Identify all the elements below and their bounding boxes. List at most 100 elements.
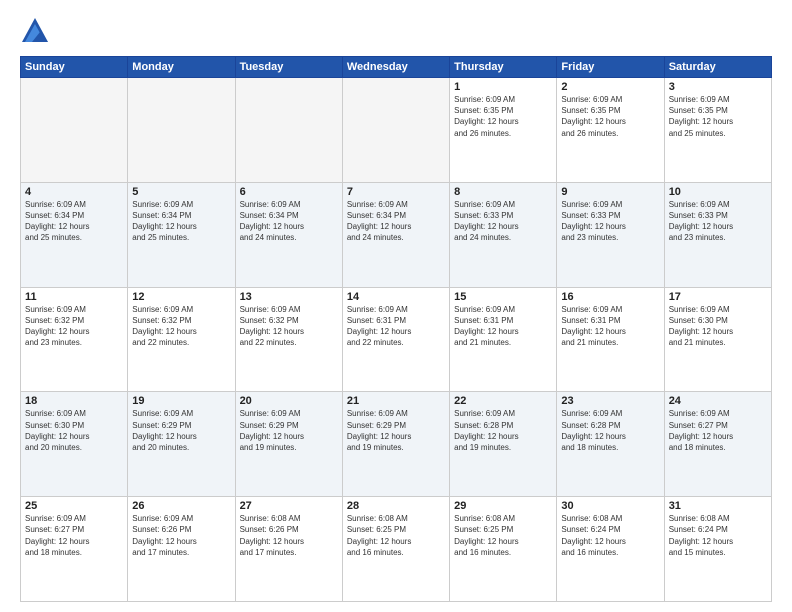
- day-cell: 3Sunrise: 6:09 AM Sunset: 6:35 PM Daylig…: [664, 78, 771, 183]
- week-row-4: 18Sunrise: 6:09 AM Sunset: 6:30 PM Dayli…: [21, 392, 772, 497]
- day-number: 31: [669, 500, 767, 512]
- day-cell: 7Sunrise: 6:09 AM Sunset: 6:34 PM Daylig…: [342, 182, 449, 287]
- day-cell: 15Sunrise: 6:09 AM Sunset: 6:31 PM Dayli…: [450, 287, 557, 392]
- header-cell-tuesday: Tuesday: [235, 57, 342, 78]
- day-number: 2: [561, 81, 659, 93]
- day-number: 6: [240, 186, 338, 198]
- day-info: Sunrise: 6:08 AM Sunset: 6:25 PM Dayligh…: [454, 513, 552, 558]
- day-number: 4: [25, 186, 123, 198]
- week-row-3: 11Sunrise: 6:09 AM Sunset: 6:32 PM Dayli…: [21, 287, 772, 392]
- day-info: Sunrise: 6:09 AM Sunset: 6:34 PM Dayligh…: [25, 199, 123, 244]
- day-info: Sunrise: 6:09 AM Sunset: 6:32 PM Dayligh…: [240, 304, 338, 349]
- day-number: 9: [561, 186, 659, 198]
- day-cell: 18Sunrise: 6:09 AM Sunset: 6:30 PM Dayli…: [21, 392, 128, 497]
- day-number: 21: [347, 395, 445, 407]
- day-number: 27: [240, 500, 338, 512]
- day-cell: 29Sunrise: 6:08 AM Sunset: 6:25 PM Dayli…: [450, 497, 557, 602]
- day-info: Sunrise: 6:09 AM Sunset: 6:31 PM Dayligh…: [561, 304, 659, 349]
- header-cell-friday: Friday: [557, 57, 664, 78]
- day-number: 26: [132, 500, 230, 512]
- day-info: Sunrise: 6:09 AM Sunset: 6:32 PM Dayligh…: [25, 304, 123, 349]
- day-cell: 13Sunrise: 6:09 AM Sunset: 6:32 PM Dayli…: [235, 287, 342, 392]
- header-cell-monday: Monday: [128, 57, 235, 78]
- day-cell: 31Sunrise: 6:08 AM Sunset: 6:24 PM Dayli…: [664, 497, 771, 602]
- day-cell: 23Sunrise: 6:09 AM Sunset: 6:28 PM Dayli…: [557, 392, 664, 497]
- week-row-2: 4Sunrise: 6:09 AM Sunset: 6:34 PM Daylig…: [21, 182, 772, 287]
- day-number: 13: [240, 291, 338, 303]
- day-info: Sunrise: 6:09 AM Sunset: 6:34 PM Dayligh…: [347, 199, 445, 244]
- day-info: Sunrise: 6:09 AM Sunset: 6:35 PM Dayligh…: [561, 94, 659, 139]
- day-cell: 6Sunrise: 6:09 AM Sunset: 6:34 PM Daylig…: [235, 182, 342, 287]
- day-number: 3: [669, 81, 767, 93]
- day-cell: 17Sunrise: 6:09 AM Sunset: 6:30 PM Dayli…: [664, 287, 771, 392]
- day-cell: 27Sunrise: 6:08 AM Sunset: 6:26 PM Dayli…: [235, 497, 342, 602]
- week-row-1: 1Sunrise: 6:09 AM Sunset: 6:35 PM Daylig…: [21, 78, 772, 183]
- day-cell: 11Sunrise: 6:09 AM Sunset: 6:32 PM Dayli…: [21, 287, 128, 392]
- day-cell: 12Sunrise: 6:09 AM Sunset: 6:32 PM Dayli…: [128, 287, 235, 392]
- week-row-5: 25Sunrise: 6:09 AM Sunset: 6:27 PM Dayli…: [21, 497, 772, 602]
- day-info: Sunrise: 6:09 AM Sunset: 6:27 PM Dayligh…: [25, 513, 123, 558]
- day-cell: [21, 78, 128, 183]
- day-info: Sunrise: 6:09 AM Sunset: 6:30 PM Dayligh…: [25, 408, 123, 453]
- day-info: Sunrise: 6:09 AM Sunset: 6:34 PM Dayligh…: [132, 199, 230, 244]
- day-cell: 30Sunrise: 6:08 AM Sunset: 6:24 PM Dayli…: [557, 497, 664, 602]
- day-info: Sunrise: 6:09 AM Sunset: 6:33 PM Dayligh…: [454, 199, 552, 244]
- day-cell: 16Sunrise: 6:09 AM Sunset: 6:31 PM Dayli…: [557, 287, 664, 392]
- day-number: 10: [669, 186, 767, 198]
- day-info: Sunrise: 6:09 AM Sunset: 6:32 PM Dayligh…: [132, 304, 230, 349]
- day-number: 5: [132, 186, 230, 198]
- day-number: 24: [669, 395, 767, 407]
- day-cell: 4Sunrise: 6:09 AM Sunset: 6:34 PM Daylig…: [21, 182, 128, 287]
- day-info: Sunrise: 6:09 AM Sunset: 6:31 PM Dayligh…: [347, 304, 445, 349]
- day-info: Sunrise: 6:09 AM Sunset: 6:33 PM Dayligh…: [561, 199, 659, 244]
- header-cell-sunday: Sunday: [21, 57, 128, 78]
- day-number: 25: [25, 500, 123, 512]
- day-info: Sunrise: 6:09 AM Sunset: 6:34 PM Dayligh…: [240, 199, 338, 244]
- day-cell: 20Sunrise: 6:09 AM Sunset: 6:29 PM Dayli…: [235, 392, 342, 497]
- day-cell: 8Sunrise: 6:09 AM Sunset: 6:33 PM Daylig…: [450, 182, 557, 287]
- day-number: 22: [454, 395, 552, 407]
- day-info: Sunrise: 6:09 AM Sunset: 6:35 PM Dayligh…: [669, 94, 767, 139]
- day-info: Sunrise: 6:09 AM Sunset: 6:28 PM Dayligh…: [561, 408, 659, 453]
- day-cell: [342, 78, 449, 183]
- day-info: Sunrise: 6:09 AM Sunset: 6:29 PM Dayligh…: [347, 408, 445, 453]
- day-number: 15: [454, 291, 552, 303]
- day-number: 20: [240, 395, 338, 407]
- day-cell: 26Sunrise: 6:09 AM Sunset: 6:26 PM Dayli…: [128, 497, 235, 602]
- day-cell: 14Sunrise: 6:09 AM Sunset: 6:31 PM Dayli…: [342, 287, 449, 392]
- day-number: 16: [561, 291, 659, 303]
- day-cell: 2Sunrise: 6:09 AM Sunset: 6:35 PM Daylig…: [557, 78, 664, 183]
- day-number: 7: [347, 186, 445, 198]
- day-number: 8: [454, 186, 552, 198]
- header-cell-wednesday: Wednesday: [342, 57, 449, 78]
- day-number: 23: [561, 395, 659, 407]
- day-info: Sunrise: 6:09 AM Sunset: 6:26 PM Dayligh…: [132, 513, 230, 558]
- day-cell: 10Sunrise: 6:09 AM Sunset: 6:33 PM Dayli…: [664, 182, 771, 287]
- page: SundayMondayTuesdayWednesdayThursdayFrid…: [0, 0, 792, 612]
- header: [20, 16, 772, 46]
- day-info: Sunrise: 6:09 AM Sunset: 6:28 PM Dayligh…: [454, 408, 552, 453]
- day-info: Sunrise: 6:09 AM Sunset: 6:29 PM Dayligh…: [132, 408, 230, 453]
- day-info: Sunrise: 6:08 AM Sunset: 6:24 PM Dayligh…: [669, 513, 767, 558]
- day-info: Sunrise: 6:08 AM Sunset: 6:24 PM Dayligh…: [561, 513, 659, 558]
- day-info: Sunrise: 6:08 AM Sunset: 6:26 PM Dayligh…: [240, 513, 338, 558]
- day-number: 28: [347, 500, 445, 512]
- header-cell-thursday: Thursday: [450, 57, 557, 78]
- day-cell: 25Sunrise: 6:09 AM Sunset: 6:27 PM Dayli…: [21, 497, 128, 602]
- header-cell-saturday: Saturday: [664, 57, 771, 78]
- day-cell: 5Sunrise: 6:09 AM Sunset: 6:34 PM Daylig…: [128, 182, 235, 287]
- day-number: 29: [454, 500, 552, 512]
- day-cell: 1Sunrise: 6:09 AM Sunset: 6:35 PM Daylig…: [450, 78, 557, 183]
- day-number: 12: [132, 291, 230, 303]
- day-info: Sunrise: 6:09 AM Sunset: 6:29 PM Dayligh…: [240, 408, 338, 453]
- header-row: SundayMondayTuesdayWednesdayThursdayFrid…: [21, 57, 772, 78]
- day-number: 1: [454, 81, 552, 93]
- day-info: Sunrise: 6:09 AM Sunset: 6:31 PM Dayligh…: [454, 304, 552, 349]
- day-info: Sunrise: 6:09 AM Sunset: 6:33 PM Dayligh…: [669, 199, 767, 244]
- day-number: 17: [669, 291, 767, 303]
- day-number: 11: [25, 291, 123, 303]
- logo: [20, 16, 54, 46]
- day-info: Sunrise: 6:09 AM Sunset: 6:35 PM Dayligh…: [454, 94, 552, 139]
- day-info: Sunrise: 6:08 AM Sunset: 6:25 PM Dayligh…: [347, 513, 445, 558]
- day-number: 18: [25, 395, 123, 407]
